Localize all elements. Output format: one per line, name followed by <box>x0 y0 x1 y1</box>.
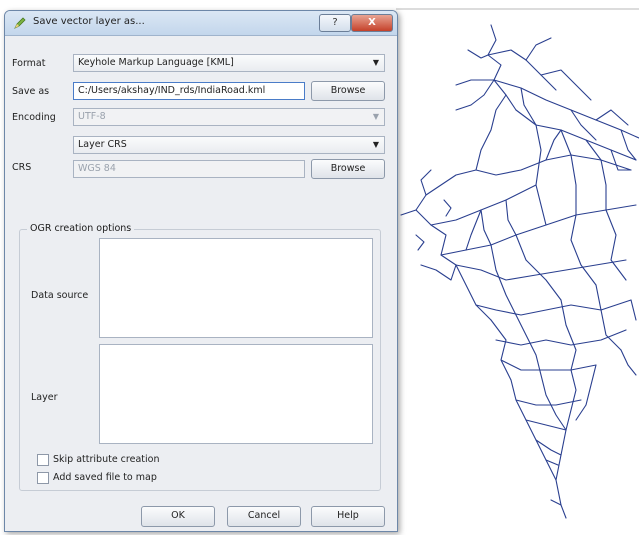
saveas-browse-button[interactable]: Browse <box>311 81 385 101</box>
cancel-button[interactable]: Cancel <box>227 506 301 527</box>
crs-mode-combo[interactable]: Layer CRS ▼ <box>73 136 385 154</box>
chevron-down-icon: ▼ <box>372 140 379 149</box>
dialog-title: Save vector layer as... <box>33 16 145 27</box>
saveas-label: Save as <box>12 86 50 97</box>
datasource-textarea[interactable] <box>99 238 373 338</box>
layer-label: Layer <box>31 392 58 403</box>
encoding-label: Encoding <box>12 112 56 123</box>
format-value: Keyhole Markup Language [KML] <box>78 57 234 68</box>
save-vector-layer-dialog: Save vector layer as... ? X Format Keyho… <box>4 10 398 532</box>
titlebar-close-button[interactable]: X <box>351 14 393 32</box>
dialog-body: Format Keyhole Markup Language [KML] ▼ S… <box>5 36 397 531</box>
encoding-value: UTF-8 <box>78 111 106 122</box>
titlebar-help-button[interactable]: ? <box>319 14 351 32</box>
crs-label: CRS <box>12 162 32 173</box>
crs-mode-value: Layer CRS <box>78 139 127 150</box>
ok-button[interactable]: OK <box>141 506 215 527</box>
skip-attr-checkbox[interactable] <box>37 454 49 466</box>
crs-browse-button[interactable]: Browse <box>311 159 385 179</box>
saveas-input[interactable]: C:/Users/akshay/IND_rds/IndiaRoad.kml <box>73 82 305 100</box>
road-network-map <box>400 24 639 519</box>
datasource-label: Data source <box>31 290 89 301</box>
skip-attr-label: Skip attribute creation <box>53 454 160 465</box>
encoding-combo[interactable]: UTF-8 ▼ <box>73 108 385 126</box>
crs-value-field[interactable]: WGS 84 <box>73 160 305 178</box>
chevron-down-icon: ▼ <box>372 58 379 67</box>
ogr-options-title: OGR creation options <box>27 223 135 234</box>
help-button[interactable]: Help <box>311 506 385 527</box>
format-label: Format <box>12 58 46 69</box>
add-map-label: Add saved file to map <box>53 472 157 483</box>
map-canvas[interactable] <box>396 8 639 530</box>
layer-textarea[interactable] <box>99 344 373 444</box>
format-combo[interactable]: Keyhole Markup Language [KML] ▼ <box>73 54 385 72</box>
add-map-checkbox[interactable] <box>37 472 49 484</box>
chevron-down-icon: ▼ <box>372 112 379 121</box>
title-bar[interactable]: Save vector layer as... ? X <box>5 11 397 36</box>
qgis-pencil-icon <box>14 17 26 29</box>
